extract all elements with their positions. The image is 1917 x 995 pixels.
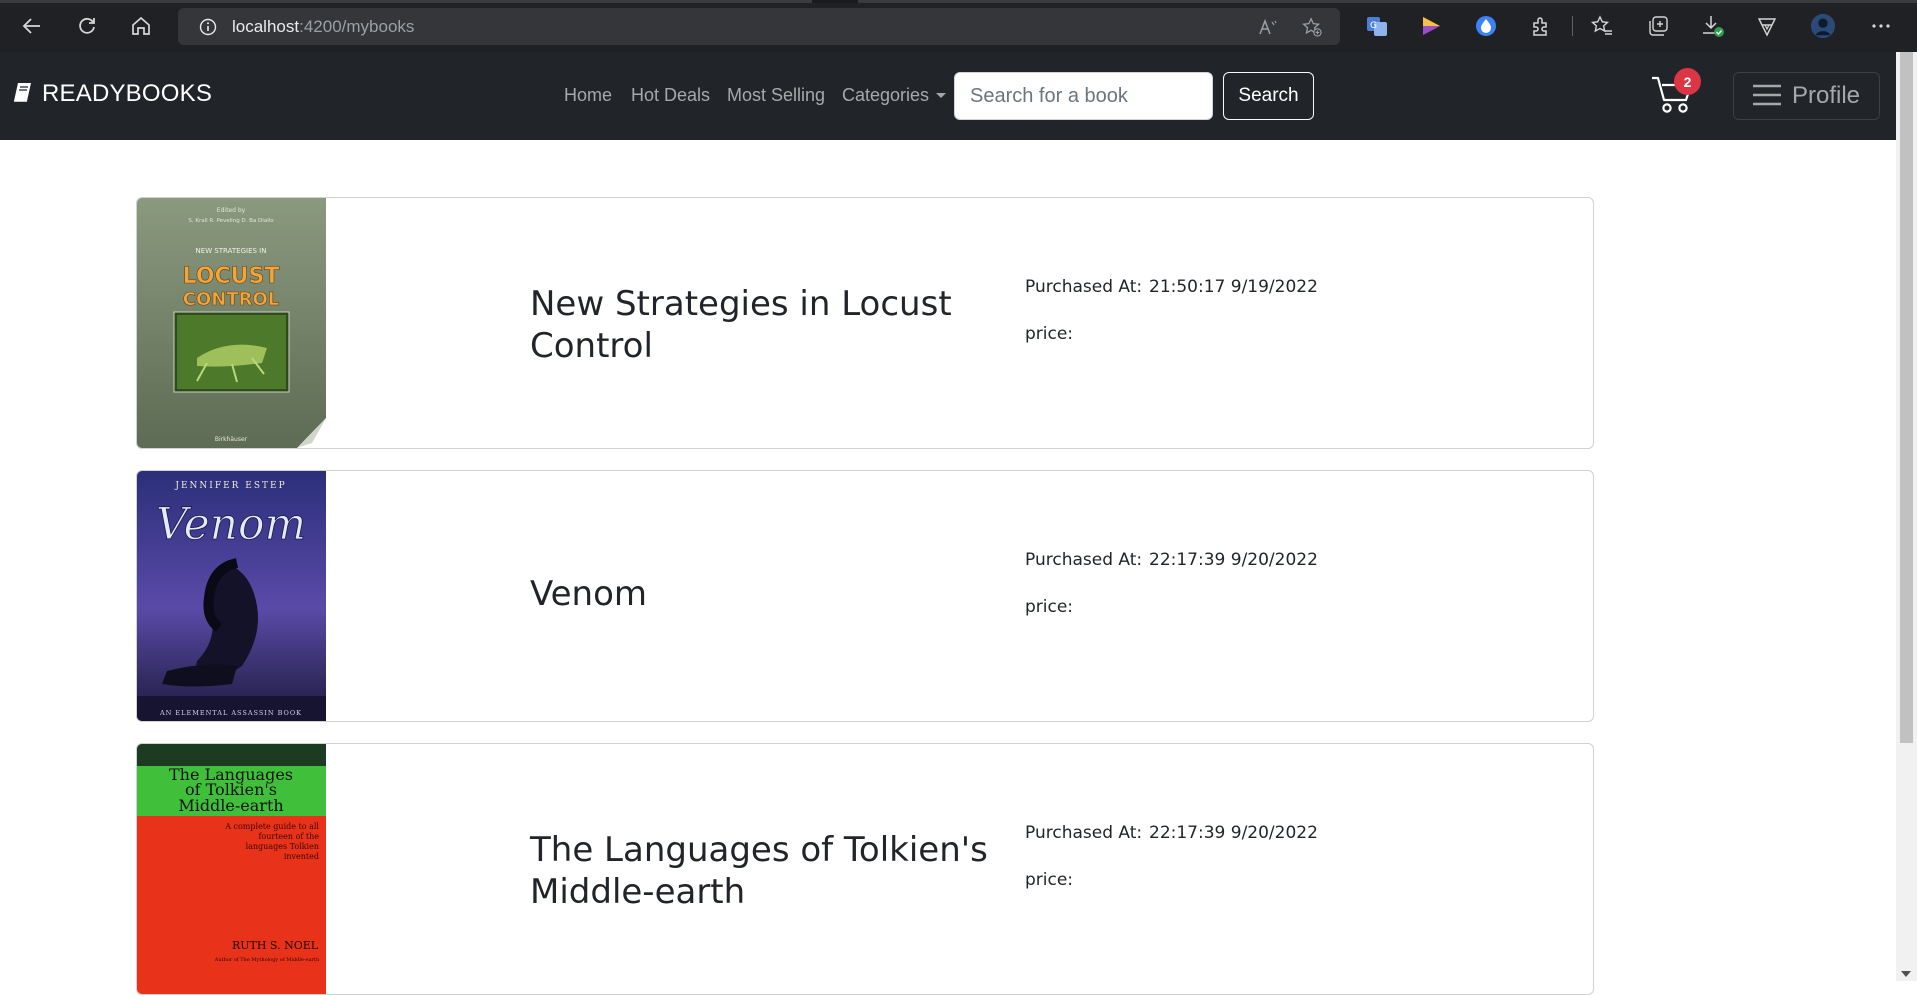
color-extension-icon[interactable] xyxy=(1418,13,1444,39)
collections-icon[interactable] xyxy=(1645,13,1671,39)
app-navbar: READYBOOKS Home Hot Deals Most Selling C… xyxy=(0,52,1896,140)
book-card: Edited by S. Krall R. Peveling D. Ba Dia… xyxy=(136,197,1594,449)
book-title: Venom xyxy=(530,574,648,614)
cover-line1: NEW STRATEGIES IN xyxy=(196,247,267,255)
cart-button[interactable]: 2 xyxy=(1648,68,1701,120)
brand-name: READYBOOKS xyxy=(42,80,213,107)
book-title: The Languages of Tolkien's Middle-earth xyxy=(530,830,988,912)
caret-down-icon xyxy=(936,93,947,98)
cover-author: RUTH S. NOEL xyxy=(232,939,319,952)
page-scrollbar[interactable] xyxy=(1896,52,1917,981)
browser-toolbar: localhost:4200/mybooks G xyxy=(0,0,1917,52)
profile-avatar-icon[interactable] xyxy=(1810,13,1836,39)
price-label: price: xyxy=(1025,870,1074,890)
book-icon xyxy=(12,81,34,108)
home-icon[interactable] xyxy=(124,9,158,43)
toolbar-divider xyxy=(1572,16,1573,36)
scrollbar-thumb[interactable] xyxy=(1900,52,1913,743)
back-icon[interactable] xyxy=(15,9,49,43)
more-menu-icon[interactable] xyxy=(1868,13,1894,39)
nav-link-home[interactable]: Home xyxy=(564,85,612,106)
brand-link[interactable]: READYBOOKS xyxy=(12,80,212,108)
address-bar[interactable]: localhost:4200/mybooks xyxy=(178,8,1340,45)
cover-editors: S. Krall R. Peveling D. Ba Diallo xyxy=(188,218,274,224)
cover-blurb: A complete guide to all fourteen of the … xyxy=(225,822,319,861)
book-title: New Strategies in Locust Control xyxy=(530,284,952,366)
drop-extension-icon[interactable] xyxy=(1473,13,1499,39)
refresh-icon[interactable] xyxy=(70,9,104,43)
profile-label: Profile xyxy=(1792,82,1861,109)
purchased-at-value: 22:17:39 9/20/2022 xyxy=(1149,550,1318,570)
book-cover-image[interactable]: The Languages of Tolkien's Middle-earth … xyxy=(137,744,326,994)
site-info-icon[interactable] xyxy=(198,17,218,37)
price-label: price: xyxy=(1025,324,1074,344)
cart-icon xyxy=(1648,76,1698,124)
tab-strip xyxy=(0,0,1917,3)
purchased-at-label: Purchased At: xyxy=(1025,823,1143,843)
purchased-at-value: 22:17:39 9/20/2022 xyxy=(1149,823,1318,843)
purchased-at-label: Purchased At: xyxy=(1025,550,1143,570)
book-cover-image[interactable]: JENNIFER ESTEP Venom AN ELEMENTAL ASSASS… xyxy=(137,471,326,721)
nav-link-hot-deals[interactable]: Hot Deals xyxy=(631,85,710,106)
extensions-icon[interactable] xyxy=(1528,13,1554,39)
add-favorite-icon[interactable] xyxy=(1302,17,1322,37)
browser-essentials-icon[interactable] xyxy=(1754,13,1780,39)
downloads-icon[interactable] xyxy=(1700,13,1726,39)
book-cover-image[interactable]: Edited by S. Krall R. Peveling D. Ba Dia… xyxy=(137,198,326,448)
hamburger-menu-icon xyxy=(1752,83,1782,110)
cart-count-badge: 2 xyxy=(1674,68,1701,95)
cover-author-note: Author of The Mythology of Middle-earth xyxy=(214,957,320,963)
cover-publisher: Birkhäuser xyxy=(215,436,248,443)
book-card: JENNIFER ESTEP Venom AN ELEMENTAL ASSASS… xyxy=(136,470,1594,722)
nav-dropdown-categories[interactable]: Categories xyxy=(842,85,947,106)
cover-tagline: AN ELEMENTAL ASSASSIN BOOK xyxy=(159,709,302,717)
search-input[interactable] xyxy=(954,72,1213,120)
read-aloud-icon[interactable] xyxy=(1258,17,1278,37)
cover-line2: LOCUST xyxy=(183,264,280,289)
favorites-icon[interactable] xyxy=(1589,13,1615,39)
cover-title: Venom xyxy=(156,499,306,550)
categories-label: Categories xyxy=(842,85,930,105)
cover-author: JENNIFER ESTEP xyxy=(174,481,286,491)
profile-button[interactable]: Profile xyxy=(1733,72,1880,120)
url-text: localhost:4200/mybooks xyxy=(232,16,415,36)
price-label: price: xyxy=(1025,597,1074,617)
svg-text:G: G xyxy=(1370,21,1377,31)
scroll-down-arrow-icon[interactable] xyxy=(1901,971,1911,977)
cover-top-text: Edited by xyxy=(217,207,246,214)
cover-title-line3: Middle-earth xyxy=(178,796,283,815)
purchased-at-label: Purchased At: xyxy=(1025,277,1143,297)
book-card: The Languages of Tolkien's Middle-earth … xyxy=(136,743,1594,995)
translate-extension-icon[interactable]: G xyxy=(1364,13,1390,39)
cover-line3: CONTROL xyxy=(183,289,280,310)
nav-link-most-selling[interactable]: Most Selling xyxy=(727,85,825,106)
search-button[interactable]: Search xyxy=(1223,72,1314,120)
purchased-at-value: 21:50:17 9/19/2022 xyxy=(1149,277,1318,297)
